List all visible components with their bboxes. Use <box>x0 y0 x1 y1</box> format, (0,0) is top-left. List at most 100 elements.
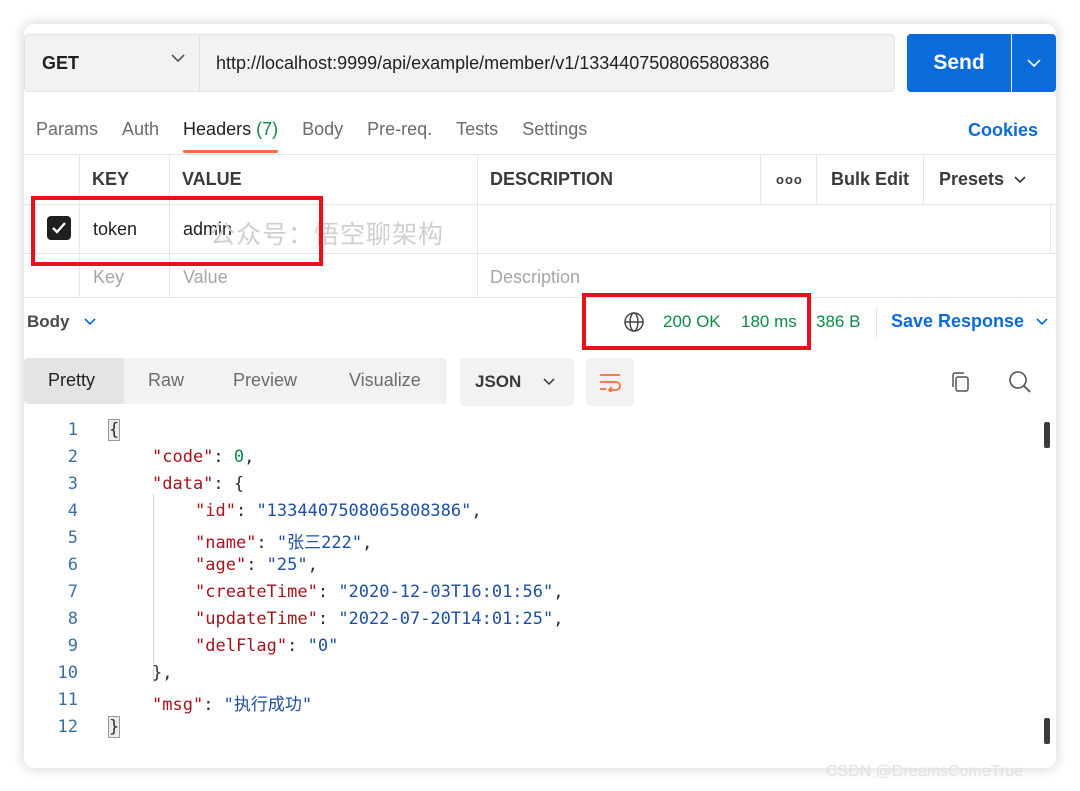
highlight-box <box>582 293 811 350</box>
tab-params[interactable]: Params <box>36 118 98 148</box>
json-value: "0" <box>307 636 339 656</box>
json-key: "data" <box>152 474 214 494</box>
line-number: 10 <box>57 663 78 683</box>
chevron-down-icon <box>83 318 96 326</box>
postman-window: GET http://localhost:9999/api/example/me… <box>24 24 1056 768</box>
tab-label: Settings <box>522 119 588 139</box>
chevron-down-icon <box>1027 59 1041 68</box>
line-number: 5 <box>67 528 78 548</box>
key-placeholder[interactable]: Key <box>93 267 124 288</box>
code-line: } <box>107 716 121 738</box>
save-response-dropdown[interactable]: Save Response <box>891 311 1048 332</box>
response-body-dropdown[interactable]: Body <box>27 312 96 332</box>
tab-raw[interactable]: Raw <box>148 370 184 391</box>
request-tabs: Params Auth Headers (7) Body Pre-req. Te… <box>36 118 611 153</box>
csdn-watermark: CSDN @DreamsComeTrue <box>826 763 1024 780</box>
description-placeholder[interactable]: Description <box>490 267 580 288</box>
json-value: 0 <box>233 447 245 467</box>
url-input[interactable]: http://localhost:9999/api/example/member… <box>199 34 895 92</box>
code-line: "id": "1334407508065808386", <box>195 501 482 521</box>
line-number: 12 <box>57 717 78 737</box>
json-value: "25" <box>266 555 308 575</box>
tab-label: Pre-req. <box>367 119 433 139</box>
send-options-button[interactable] <box>1012 34 1056 92</box>
scrollbar-thumb[interactable] <box>1044 718 1050 744</box>
bulk-edit-button[interactable]: Bulk Edit <box>831 169 909 190</box>
line-number: 11 <box>57 690 78 710</box>
response-size[interactable]: 386 B <box>816 312 860 332</box>
copy-icon[interactable] <box>949 370 971 394</box>
tab-auth[interactable]: Auth <box>122 118 159 148</box>
column-header-key: KEY <box>92 169 130 189</box>
cookies-link[interactable]: Cookies <box>968 120 1038 141</box>
divider <box>477 154 478 297</box>
json-key: "code" <box>152 447 214 467</box>
format-select[interactable]: JSON <box>460 358 574 406</box>
method-label: GET <box>42 52 80 73</box>
method-select[interactable]: GET <box>24 34 199 92</box>
json-value: "2022-07-20T14:01:25" <box>338 609 554 629</box>
code-line: "updateTime": "2022-07-20T14:01:25", <box>195 609 564 629</box>
tab-pretty[interactable]: Pretty <box>48 370 95 391</box>
json-value: "2020-12-03T16:01:56" <box>338 582 554 602</box>
chevron-down-icon <box>171 54 185 63</box>
url-text: http://localhost:9999/api/example/member… <box>216 52 770 73</box>
divider <box>760 154 761 204</box>
code-line: "delFlag": "0" <box>195 636 339 656</box>
presets-label: Presets <box>939 169 1005 189</box>
json-key: "name" <box>195 533 257 553</box>
json-key: "age" <box>195 555 247 575</box>
divider <box>816 154 817 204</box>
more-options-button[interactable]: ooo <box>776 172 803 187</box>
tab-prereq[interactable]: Pre-req. <box>367 118 432 148</box>
tab-headers[interactable]: Headers (7) <box>183 118 279 153</box>
divider <box>1050 204 1051 253</box>
tab-tests[interactable]: Tests <box>456 118 498 148</box>
scrollbar-thumb[interactable] <box>1044 422 1050 448</box>
presets-dropdown[interactable]: Presets <box>939 169 1026 190</box>
line-number: 8 <box>67 609 78 629</box>
code-line: "data": { <box>152 474 245 494</box>
indent-guide <box>153 494 154 682</box>
json-key: "createTime" <box>195 582 318 602</box>
tab-label: Headers <box>183 119 252 139</box>
send-button[interactable]: Send <box>907 34 1011 92</box>
code-line: "name": "张三222", <box>195 533 373 553</box>
response-body-label: Body <box>27 312 70 331</box>
json-value: "执行成功" <box>223 695 313 715</box>
chevron-down-icon <box>1014 175 1026 183</box>
wrap-icon <box>600 374 621 392</box>
divider <box>24 154 1056 155</box>
search-icon[interactable] <box>1008 370 1032 394</box>
tab-label: Body <box>302 119 344 139</box>
send-label: Send <box>933 51 985 74</box>
save-response-label: Save Response <box>891 311 1025 331</box>
code-line: "code": 0, <box>152 447 255 467</box>
line-number: 9 <box>67 636 78 656</box>
column-header-value: VALUE <box>182 169 242 189</box>
tab-label: Auth <box>122 119 160 139</box>
value-placeholder[interactable]: Value <box>183 267 228 288</box>
format-label: JSON <box>475 372 522 391</box>
code-line: }, <box>152 663 173 683</box>
json-key: "delFlag" <box>195 636 288 656</box>
code-line: "msg": "执行成功" <box>152 695 313 715</box>
headers-count: (7) <box>256 119 279 139</box>
tab-label: Tests <box>456 119 499 139</box>
tab-preview[interactable]: Preview <box>233 370 297 391</box>
wrap-lines-button[interactable] <box>586 358 634 406</box>
json-value: "张三222" <box>276 533 363 553</box>
json-key: "updateTime" <box>195 609 318 629</box>
divider <box>24 297 1056 298</box>
line-number: 1 <box>67 420 78 440</box>
tab-body[interactable]: Body <box>302 118 343 148</box>
column-header-description: DESCRIPTION <box>490 169 614 189</box>
chevron-down-icon <box>1036 317 1048 325</box>
divider <box>923 154 924 204</box>
tab-visualize[interactable]: Visualize <box>349 370 421 391</box>
line-number: 6 <box>67 555 78 575</box>
chevron-down-icon <box>543 378 555 386</box>
code-line: { <box>107 419 121 441</box>
tab-settings[interactable]: Settings <box>522 118 587 148</box>
line-number: 2 <box>67 447 78 467</box>
